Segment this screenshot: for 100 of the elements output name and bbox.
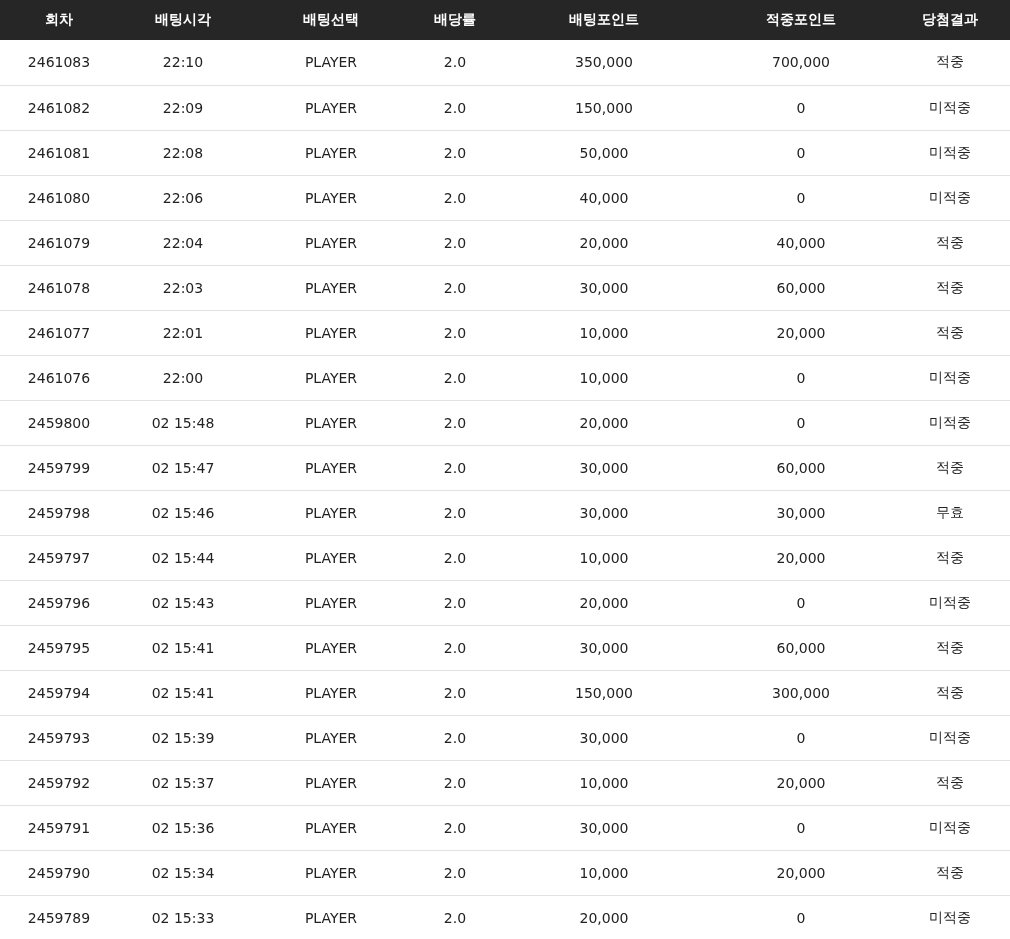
- table-cell: 적중: [890, 535, 1010, 580]
- table-cell: 미적중: [890, 805, 1010, 850]
- table-cell: 02 15:33: [118, 895, 248, 939]
- table-cell: 10,000: [496, 760, 712, 805]
- column-header: 배팅시각: [118, 0, 248, 40]
- table-cell: 적중: [890, 850, 1010, 895]
- table-cell: 2.0: [414, 220, 496, 265]
- table-cell: 2.0: [414, 535, 496, 580]
- table-cell: 02 15:37: [118, 760, 248, 805]
- column-header: 배당률: [414, 0, 496, 40]
- table-cell: 02 15:47: [118, 445, 248, 490]
- table-cell: 2459794: [0, 670, 118, 715]
- table-cell: 22:00: [118, 355, 248, 400]
- table-cell: 2.0: [414, 130, 496, 175]
- table-cell: 30,000: [496, 805, 712, 850]
- table-cell: 0: [712, 130, 890, 175]
- table-cell: 60,000: [712, 445, 890, 490]
- column-header: 당첨결과: [890, 0, 1010, 40]
- table-cell: 2.0: [414, 175, 496, 220]
- table-cell: 20,000: [496, 400, 712, 445]
- column-header: 적중포인트: [712, 0, 890, 40]
- table-cell: 2461081: [0, 130, 118, 175]
- table-cell: PLAYER: [248, 130, 414, 175]
- table-cell: 02 15:39: [118, 715, 248, 760]
- table-cell: 2.0: [414, 40, 496, 85]
- table-cell: 30,000: [496, 445, 712, 490]
- table-cell: 미적중: [890, 715, 1010, 760]
- table-cell: 20,000: [496, 580, 712, 625]
- table-cell: 60,000: [712, 625, 890, 670]
- table-cell: 2.0: [414, 265, 496, 310]
- table-cell: 미적중: [890, 355, 1010, 400]
- table-cell: 2.0: [414, 670, 496, 715]
- column-header: 배팅선택: [248, 0, 414, 40]
- table-cell: 미적중: [890, 85, 1010, 130]
- table-cell: 0: [712, 85, 890, 130]
- table-cell: 2459793: [0, 715, 118, 760]
- table-cell: 2.0: [414, 490, 496, 535]
- table-cell: 22:08: [118, 130, 248, 175]
- table-cell: 02 15:34: [118, 850, 248, 895]
- table-cell: 2459795: [0, 625, 118, 670]
- table-cell: 2.0: [414, 625, 496, 670]
- table-cell: 2.0: [414, 715, 496, 760]
- table-cell: 2.0: [414, 445, 496, 490]
- table-cell: PLAYER: [248, 535, 414, 580]
- table-cell: 미적중: [890, 895, 1010, 939]
- table-cell: 2461080: [0, 175, 118, 220]
- table-cell: PLAYER: [248, 625, 414, 670]
- table-cell: 30,000: [496, 715, 712, 760]
- table-cell: 0: [712, 580, 890, 625]
- table-cell: PLAYER: [248, 715, 414, 760]
- table-cell: 적중: [890, 220, 1010, 265]
- table-cell: 2459797: [0, 535, 118, 580]
- table-cell: 22:04: [118, 220, 248, 265]
- table-cell: 10,000: [496, 535, 712, 580]
- table-cell: 0: [712, 175, 890, 220]
- table-cell: 2459791: [0, 805, 118, 850]
- table-cell: 02 15:44: [118, 535, 248, 580]
- table-cell: 20,000: [496, 895, 712, 939]
- table-cell: 2461078: [0, 265, 118, 310]
- table-cell: 150,000: [496, 670, 712, 715]
- table-cell: 30,000: [496, 625, 712, 670]
- column-header: 회차: [0, 0, 118, 40]
- table-cell: 40,000: [712, 220, 890, 265]
- table-cell: 적중: [890, 670, 1010, 715]
- table-cell: 20,000: [712, 850, 890, 895]
- table-cell: 0: [712, 805, 890, 850]
- table-cell: 0: [712, 355, 890, 400]
- table-cell: 0: [712, 895, 890, 939]
- table-cell: PLAYER: [248, 85, 414, 130]
- table-cell: PLAYER: [248, 805, 414, 850]
- table-cell: 22:03: [118, 265, 248, 310]
- table-cell: 150,000: [496, 85, 712, 130]
- table-cell: 50,000: [496, 130, 712, 175]
- table-cell: 20,000: [712, 535, 890, 580]
- table-cell: 2.0: [414, 85, 496, 130]
- table-cell: PLAYER: [248, 580, 414, 625]
- table-cell: 02 15:46: [118, 490, 248, 535]
- table-cell: 2461079: [0, 220, 118, 265]
- table-cell: 02 15:41: [118, 625, 248, 670]
- table-cell: 2.0: [414, 400, 496, 445]
- table-cell: PLAYER: [248, 445, 414, 490]
- table-cell: 적중: [890, 310, 1010, 355]
- table-cell: 700,000: [712, 40, 890, 85]
- table-cell: 2.0: [414, 850, 496, 895]
- table-cell: 적중: [890, 625, 1010, 670]
- table-cell: 2459796: [0, 580, 118, 625]
- table-cell: 적중: [890, 40, 1010, 85]
- table-cell: 무효: [890, 490, 1010, 535]
- table-cell: 10,000: [496, 355, 712, 400]
- table-cell: 2461076: [0, 355, 118, 400]
- table-cell: 2461077: [0, 310, 118, 355]
- column-header: 배팅포인트: [496, 0, 712, 40]
- table-cell: 30,000: [496, 490, 712, 535]
- table-cell: 10,000: [496, 850, 712, 895]
- table-cell: 02 15:36: [118, 805, 248, 850]
- table-cell: 22:09: [118, 85, 248, 130]
- table-cell: 적중: [890, 445, 1010, 490]
- table-cell: 20,000: [712, 310, 890, 355]
- table-cell: PLAYER: [248, 355, 414, 400]
- table-cell: 350,000: [496, 40, 712, 85]
